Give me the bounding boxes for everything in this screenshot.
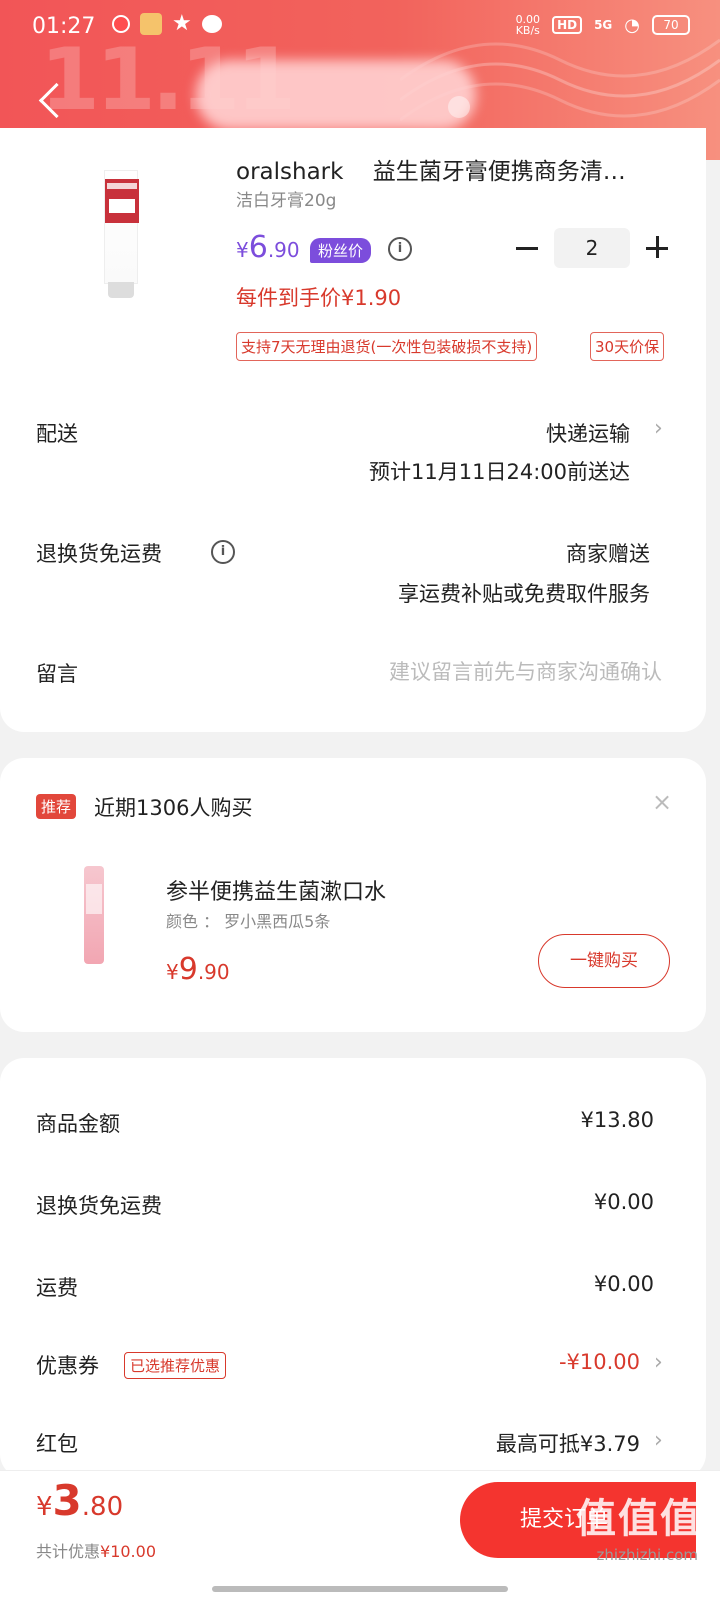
coupon-value[interactable]: -¥10.00 <box>559 1350 640 1374</box>
return-fee-info-icon[interactable]: i <box>211 540 235 564</box>
rec-price-integer: 9 <box>178 952 198 987</box>
recommend-badge: 推荐 <box>36 794 77 819</box>
goods-amount-value: ¥13.80 <box>580 1108 654 1132</box>
coupon-label: 优惠券 <box>36 1354 99 1378</box>
watermark-url: zhizhizhi.com <box>596 1546 698 1564</box>
product-name: 益生菌牙膏便携商务清… <box>372 159 626 185</box>
return-free-value: ¥0.00 <box>593 1190 654 1214</box>
recommend-product-name[interactable]: 参半便携益生菌漱口水 <box>166 874 386 906</box>
redpack-chevron-icon[interactable]: › <box>654 1428 663 1453</box>
rec-price-decimal: .90 <box>197 960 230 984</box>
home-indicator[interactable] <box>212 1586 508 1592</box>
redpack-value[interactable]: 最高可抵¥3.79 <box>496 1428 640 1458</box>
recommend-product-price: ¥9.90 <box>166 952 230 987</box>
coupon-selected-tag: 已选推荐优惠 <box>124 1352 227 1379</box>
total-decimal: .80 <box>81 1492 124 1522</box>
toothpaste-tube-icon <box>104 170 139 284</box>
recommend-product-spec: 颜色 ： 罗小黑西瓜5条 <box>166 912 331 931</box>
delivery-chevron-icon[interactable]: › <box>654 416 663 441</box>
hd-icon: HD <box>552 16 583 34</box>
price-info-icon[interactable]: i <box>388 237 412 261</box>
message-icon <box>201 15 222 33</box>
signal-icon: 5G <box>594 18 613 32</box>
message-label: 留言 <box>36 662 78 686</box>
product-image[interactable] <box>104 170 139 298</box>
recommend-title: 近期1306人购买 <box>94 796 253 820</box>
one-click-buy-button[interactable]: 一键购买 <box>538 934 670 988</box>
mouthwash-label <box>86 884 102 914</box>
per-item-price: 每件到手价¥1.90 <box>236 286 402 310</box>
message-input[interactable]: 建议留言前先与商家沟通确认 <box>389 656 662 686</box>
shipping-label: 运费 <box>36 1276 78 1300</box>
battery-icon: 70 <box>652 15 690 35</box>
tube-label-line <box>107 183 137 189</box>
rec-price-symbol: ¥ <box>166 960 179 984</box>
return-fee-desc: 享运费补贴或免费取件服务 <box>398 582 650 606</box>
total-price: ¥3.80 <box>36 1476 123 1525</box>
return-policy-tag: 支持7天无理由退货(一次性包装破损不支持) <box>236 332 538 361</box>
back-button[interactable] <box>38 82 75 120</box>
wifi-icon: ◔ <box>624 14 640 36</box>
return-fee-label: 退换货免运费 <box>36 542 162 566</box>
status-time: 01:27 <box>32 14 96 39</box>
price-decimal: .90 <box>267 238 300 262</box>
price-protect-tag: 30天价保 <box>590 332 665 361</box>
delivery-method[interactable]: 快递运输 <box>546 418 630 448</box>
net-speed: 0.00 KB/s <box>516 14 541 36</box>
discount-prefix: 共计优惠 <box>36 1542 101 1561</box>
goods-amount-label: 商品金额 <box>36 1112 120 1136</box>
quantity-input[interactable]: 2 <box>554 228 630 268</box>
shipping-value: ¥0.00 <box>593 1272 654 1296</box>
notification-icons: ★ <box>112 13 222 35</box>
system-status: 0.00 KB/s HD 5G ◔ 70 <box>516 14 690 36</box>
verified-icon <box>448 96 470 118</box>
product-spec: 洁白牙膏20g <box>236 191 337 211</box>
delivery-label: 配送 <box>36 422 78 446</box>
product-brand: oralshark <box>236 159 344 185</box>
net-speed-unit: KB/s <box>515 24 540 37</box>
tube-label-block <box>109 199 135 213</box>
delivery-eta: 预计11月11日24:00前送达 <box>369 460 630 484</box>
coupon-chevron-icon[interactable]: › <box>654 1350 663 1375</box>
return-fee-value: 商家赠送 <box>566 542 650 566</box>
redpack-label: 红包 <box>36 1432 78 1456</box>
total-symbol: ¥ <box>36 1492 53 1522</box>
total-discount: 共计优惠¥10.00 <box>36 1538 156 1562</box>
quantity-decrease-button[interactable] <box>516 236 540 260</box>
watermark-logo: 值值值 <box>576 1496 702 1542</box>
notification-dot-icon <box>112 15 130 33</box>
quantity-increase-button[interactable] <box>646 236 670 260</box>
close-icon[interactable]: × <box>652 788 672 816</box>
product-price: ¥6.90 <box>236 230 300 265</box>
blurred-shop-name <box>196 60 476 130</box>
mouthwash-product-image[interactable] <box>84 866 104 964</box>
price-symbol: ¥ <box>236 238 249 262</box>
status-bar: 01:27 ★ 0.00 KB/s HD 5G ◔ 70 <box>0 0 720 56</box>
tube-label <box>105 179 139 223</box>
app-notification-icon <box>140 13 162 35</box>
total-integer: 3 <box>52 1476 82 1525</box>
tube-cap <box>108 282 134 298</box>
price-integer: 6 <box>248 230 268 265</box>
fan-price-badge: 粉丝价 <box>310 238 372 263</box>
discount-value: ¥10.00 <box>100 1542 156 1561</box>
star-icon: ★ <box>172 11 192 36</box>
product-title[interactable]: oralshark 益生菌牙膏便携商务清… <box>236 152 626 186</box>
return-free-label: 退换货免运费 <box>36 1194 162 1218</box>
